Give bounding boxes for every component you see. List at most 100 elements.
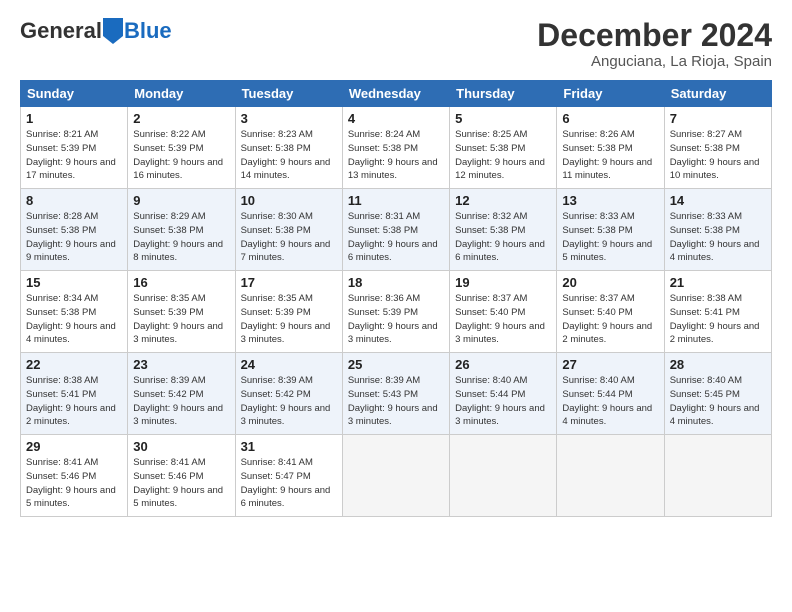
calendar-day-cell: 1Sunrise: 8:21 AMSunset: 5:39 PMDaylight…	[21, 107, 128, 189]
calendar-table: SundayMondayTuesdayWednesdayThursdayFrid…	[20, 80, 772, 517]
calendar-day-cell: 7 Sunrise: 8:27 AMSunset: 5:38 PMDaylight…	[664, 107, 771, 189]
calendar-day-cell: 26 Sunrise: 8:40 AMSunset: 5:44 PMDayligh…	[450, 353, 557, 435]
calendar-day-cell: 21 Sunrise: 8:38 AMSunset: 5:41 PMDayligh…	[664, 271, 771, 353]
day-number: 4	[348, 111, 444, 126]
calendar-day-cell: 4 Sunrise: 8:24 AMSunset: 5:38 PMDaylight…	[342, 107, 449, 189]
day-info: Sunrise: 8:33 AMSunset: 5:38 PMDaylight:…	[562, 210, 658, 265]
header: General Blue December 2024 Anguciana, La…	[20, 18, 772, 70]
calendar-day-cell	[664, 435, 771, 517]
day-info: Sunrise: 8:38 AMSunset: 5:41 PMDaylight:…	[670, 292, 766, 347]
day-info: Sunrise: 8:40 AMSunset: 5:44 PMDaylight:…	[562, 374, 658, 429]
calendar-week-row: 22 Sunrise: 8:38 AMSunset: 5:41 PMDayligh…	[21, 353, 772, 435]
calendar-day-cell: 12Sunrise: 8:32 AMSunset: 5:38 PMDayligh…	[450, 189, 557, 271]
day-number: 1	[26, 111, 122, 126]
calendar-day-cell: 14Sunrise: 8:33 AMSunset: 5:38 PMDayligh…	[664, 189, 771, 271]
day-number: 5	[455, 111, 551, 126]
calendar-day-cell: 19 Sunrise: 8:37 AMSunset: 5:40 PMDayligh…	[450, 271, 557, 353]
day-info: Sunrise: 8:24 AMSunset: 5:38 PMDaylight:…	[348, 128, 444, 183]
calendar-header-wednesday: Wednesday	[342, 81, 449, 107]
calendar-day-cell: 13 Sunrise: 8:33 AMSunset: 5:38 PMDayligh…	[557, 189, 664, 271]
day-info: Sunrise: 8:30 AMSunset: 5:38 PMDaylight:…	[241, 210, 337, 265]
calendar-day-cell: 2 Sunrise: 8:22 AMSunset: 5:39 PMDaylight…	[128, 107, 235, 189]
day-info: Sunrise: 8:41 AMSunset: 5:47 PMDaylight:…	[241, 456, 337, 511]
day-number: 2	[133, 111, 229, 126]
calendar-day-cell: 16Sunrise: 8:35 AMSunset: 5:39 PMDayligh…	[128, 271, 235, 353]
calendar-week-row: 29 Sunrise: 8:41 AMSunset: 5:46 PMDayligh…	[21, 435, 772, 517]
day-number: 8	[26, 193, 122, 208]
calendar-week-row: 8Sunrise: 8:28 AMSunset: 5:38 PMDaylight…	[21, 189, 772, 271]
calendar-day-cell: 23 Sunrise: 8:39 AMSunset: 5:42 PMDayligh…	[128, 353, 235, 435]
logo-general: General	[20, 18, 102, 44]
calendar-day-cell: 20 Sunrise: 8:37 AMSunset: 5:40 PMDayligh…	[557, 271, 664, 353]
calendar-day-cell: 9Sunrise: 8:29 AMSunset: 5:38 PMDaylight…	[128, 189, 235, 271]
day-info: Sunrise: 8:23 AMSunset: 5:38 PMDaylight:…	[241, 128, 337, 183]
calendar-day-cell: 17 Sunrise: 8:35 AMSunset: 5:39 PMDayligh…	[235, 271, 342, 353]
day-info: Sunrise: 8:39 AMSunset: 5:42 PMDaylight:…	[241, 374, 337, 429]
calendar-day-cell: 11 Sunrise: 8:31 AMSunset: 5:38 PMDayligh…	[342, 189, 449, 271]
day-info: Sunrise: 8:31 AMSunset: 5:38 PMDaylight:…	[348, 210, 444, 265]
calendar-header-friday: Friday	[557, 81, 664, 107]
day-number: 26	[455, 357, 551, 372]
day-info: Sunrise: 8:37 AMSunset: 5:40 PMDaylight:…	[455, 292, 551, 347]
month-title: December 2024	[537, 18, 772, 53]
day-number: 10	[241, 193, 337, 208]
calendar-day-cell: 18Sunrise: 8:36 AMSunset: 5:39 PMDayligh…	[342, 271, 449, 353]
calendar-header-saturday: Saturday	[664, 81, 771, 107]
day-number: 22	[26, 357, 122, 372]
day-info: Sunrise: 8:34 AMSunset: 5:38 PMDaylight:…	[26, 292, 122, 347]
day-info: Sunrise: 8:41 AMSunset: 5:46 PMDaylight:…	[133, 456, 229, 511]
day-number: 20	[562, 275, 658, 290]
calendar-day-cell	[450, 435, 557, 517]
day-number: 24	[241, 357, 337, 372]
day-info: Sunrise: 8:38 AMSunset: 5:41 PMDaylight:…	[26, 374, 122, 429]
day-number: 7	[670, 111, 766, 126]
day-info: Sunrise: 8:26 AMSunset: 5:38 PMDaylight:…	[562, 128, 658, 183]
day-number: 3	[241, 111, 337, 126]
calendar-day-cell: 25Sunrise: 8:39 AMSunset: 5:43 PMDayligh…	[342, 353, 449, 435]
calendar-week-row: 1Sunrise: 8:21 AMSunset: 5:39 PMDaylight…	[21, 107, 772, 189]
day-number: 29	[26, 439, 122, 454]
calendar-header-row: SundayMondayTuesdayWednesdayThursdayFrid…	[21, 81, 772, 107]
day-info: Sunrise: 8:36 AMSunset: 5:39 PMDaylight:…	[348, 292, 444, 347]
day-info: Sunrise: 8:40 AMSunset: 5:45 PMDaylight:…	[670, 374, 766, 429]
day-number: 31	[241, 439, 337, 454]
day-number: 21	[670, 275, 766, 290]
day-number: 19	[455, 275, 551, 290]
calendar-header-tuesday: Tuesday	[235, 81, 342, 107]
day-number: 15	[26, 275, 122, 290]
day-number: 13	[562, 193, 658, 208]
day-info: Sunrise: 8:41 AMSunset: 5:46 PMDaylight:…	[26, 456, 122, 511]
calendar-day-cell: 31 Sunrise: 8:41 AMSunset: 5:47 PMDayligh…	[235, 435, 342, 517]
calendar-day-cell: 29 Sunrise: 8:41 AMSunset: 5:46 PMDayligh…	[21, 435, 128, 517]
day-number: 23	[133, 357, 229, 372]
day-info: Sunrise: 8:39 AMSunset: 5:43 PMDaylight:…	[348, 374, 444, 429]
day-info: Sunrise: 8:32 AMSunset: 5:38 PMDaylight:…	[455, 210, 551, 265]
logo: General Blue	[20, 18, 172, 44]
day-number: 16	[133, 275, 229, 290]
calendar-header-sunday: Sunday	[21, 81, 128, 107]
day-info: Sunrise: 8:35 AMSunset: 5:39 PMDaylight:…	[241, 292, 337, 347]
calendar-header-thursday: Thursday	[450, 81, 557, 107]
calendar-header-monday: Monday	[128, 81, 235, 107]
calendar-day-cell: 5Sunrise: 8:25 AMSunset: 5:38 PMDaylight…	[450, 107, 557, 189]
logo-icon	[103, 18, 123, 44]
day-info: Sunrise: 8:39 AMSunset: 5:42 PMDaylight:…	[133, 374, 229, 429]
calendar-day-cell	[342, 435, 449, 517]
day-number: 28	[670, 357, 766, 372]
calendar-day-cell: 22 Sunrise: 8:38 AMSunset: 5:41 PMDayligh…	[21, 353, 128, 435]
calendar-day-cell: 24 Sunrise: 8:39 AMSunset: 5:42 PMDayligh…	[235, 353, 342, 435]
calendar-day-cell: 28 Sunrise: 8:40 AMSunset: 5:45 PMDayligh…	[664, 353, 771, 435]
day-info: Sunrise: 8:29 AMSunset: 5:38 PMDaylight:…	[133, 210, 229, 265]
calendar-week-row: 15 Sunrise: 8:34 AMSunset: 5:38 PMDayligh…	[21, 271, 772, 353]
logo-blue: Blue	[124, 18, 172, 44]
calendar-day-cell: 8Sunrise: 8:28 AMSunset: 5:38 PMDaylight…	[21, 189, 128, 271]
day-number: 17	[241, 275, 337, 290]
day-number: 11	[348, 193, 444, 208]
page: General Blue December 2024 Anguciana, La…	[0, 0, 792, 612]
calendar-day-cell	[557, 435, 664, 517]
day-info: Sunrise: 8:40 AMSunset: 5:44 PMDaylight:…	[455, 374, 551, 429]
day-info: Sunrise: 8:37 AMSunset: 5:40 PMDaylight:…	[562, 292, 658, 347]
day-info: Sunrise: 8:22 AMSunset: 5:39 PMDaylight:…	[133, 128, 229, 183]
day-info: Sunrise: 8:27 AMSunset: 5:38 PMDaylight:…	[670, 128, 766, 183]
day-number: 27	[562, 357, 658, 372]
